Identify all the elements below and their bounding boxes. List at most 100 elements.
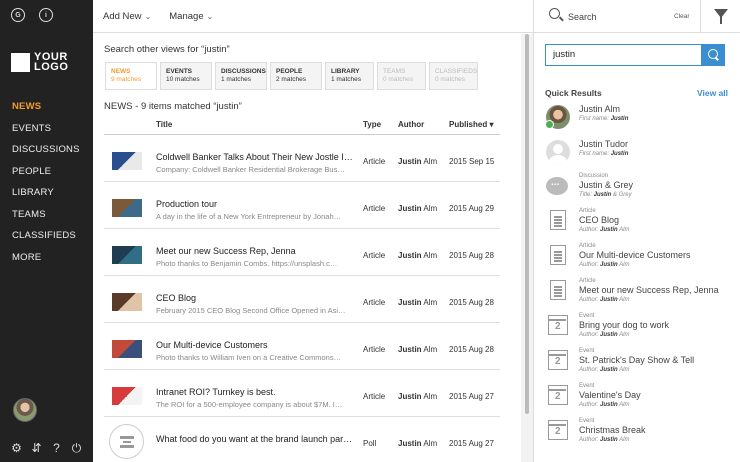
quick-result-name[interactable]: Our Multi-device Customers (579, 250, 691, 261)
sliders-icon[interactable]: ⇵ (31, 441, 42, 456)
document-icon (550, 210, 566, 230)
quick-result-text: Discussion Justin & Grey Title: Justin & G… (579, 172, 633, 200)
user-placeholder-icon (546, 140, 570, 164)
google-icon[interactable]: G (11, 8, 25, 22)
scrollbar-thumb[interactable] (525, 34, 529, 414)
row-type: Article (363, 157, 386, 166)
sidebar-item-news[interactable]: NEWS (12, 100, 80, 122)
view-all-link[interactable]: View all (697, 88, 728, 98)
quick-result-name[interactable]: Christmas Break (579, 425, 646, 436)
column-type[interactable]: Type (363, 120, 381, 129)
column-title[interactable]: Title (156, 120, 172, 129)
quick-result-text: Event St. Patrick's Day Show & Tell Author… (579, 347, 694, 375)
quick-result-item[interactable]: Article Meet our new Success Rep, Jenna Au… (546, 277, 736, 312)
quick-result-name[interactable]: Justin Alm (579, 104, 628, 115)
meta-highlight: Justin (600, 437, 618, 443)
quick-result-name[interactable]: Bring your dog to work (579, 320, 669, 331)
row-title[interactable]: Intranet ROI? Turnkey is best. (156, 387, 353, 397)
quick-result-category: Event (579, 418, 595, 424)
sidebar: G i YOUR LOGO NEWS EVENTS DISCUSSIONS PEOPL… (0, 0, 93, 462)
meta-rest: Alm (619, 437, 630, 443)
filter-icon[interactable] (714, 9, 728, 24)
quick-result-item[interactable]: 2 Event Christmas Break Author: Justin Alm (546, 417, 736, 452)
quick-result-category: Event (579, 313, 595, 319)
row-title[interactable]: Production tour (156, 199, 353, 209)
chevron-down-icon: ⌄ (206, 11, 214, 21)
row-title[interactable]: Coldwell Banker Talks About Their New Jo… (156, 152, 353, 162)
calendar-icon: 2 (548, 350, 568, 370)
quick-result-name[interactable]: St. Patrick's Day Show & Tell (579, 355, 694, 366)
search-input[interactable]: justin (545, 44, 702, 66)
manage-label: Manage (169, 10, 204, 22)
quick-result-meta: Author: Justin Alm (579, 401, 641, 410)
power-icon[interactable]: ⏻ (71, 441, 82, 456)
tab-people[interactable]: PEOPLE 2 matches (270, 62, 322, 90)
add-new-menu[interactable]: Add New ⌄ (103, 11, 151, 22)
quick-result-item[interactable]: 2 Event Valentine's Day Author: Justin Alm (546, 382, 736, 417)
chat-icon (546, 177, 568, 195)
quick-result-name[interactable]: Meet our new Success Rep, Jenna (579, 285, 719, 296)
row-thumbnail (112, 387, 142, 405)
help-icon[interactable]: ? (51, 441, 62, 456)
row-title[interactable]: Our Multi-device Customers (156, 340, 353, 350)
quick-result-item[interactable]: Justin Tudor First name: Justin (546, 137, 736, 172)
search-panel-header: Search Clear (534, 0, 740, 33)
meta-rest: Alm (619, 262, 630, 268)
table-row[interactable]: Production tour A day in the life of a Ne… (104, 182, 500, 229)
gear-icon[interactable]: ⚙ (11, 441, 22, 456)
column-author[interactable]: Author (398, 120, 424, 129)
quick-result-item[interactable]: Justin Alm First name: Justin (545, 102, 736, 137)
row-type: Poll (363, 439, 377, 448)
sidebar-item-teams[interactable]: TEAMS (12, 208, 80, 230)
quick-result-name[interactable]: CEO Blog (579, 215, 630, 226)
tab-news[interactable]: NEWS 9 matches (105, 62, 157, 90)
calendar-day: 2 (555, 321, 561, 332)
quick-result-item[interactable]: 2 Event Bring your dog to work Author: Just… (546, 312, 736, 347)
row-title[interactable]: CEO Blog (156, 293, 353, 303)
tab-count: 10 matches (166, 76, 200, 83)
logo[interactable]: YOUR LOGO (11, 52, 68, 73)
table-row[interactable]: What food do you want at the brand launc… (104, 417, 500, 462)
row-type: Article (363, 298, 386, 307)
tab-library[interactable]: LIBRARY 1 matches (325, 62, 374, 90)
row-subtitle: Photo thanks to Benjamin Combs. https://… (156, 259, 338, 268)
table-row[interactable]: Coldwell Banker Talks About Their New Jo… (104, 135, 500, 182)
avatar[interactable] (13, 398, 37, 422)
clear-button[interactable]: Clear (674, 13, 690, 20)
quick-result-item[interactable]: Article Our Multi-device Customers Author:… (546, 242, 736, 277)
results-table: Title Type Author Published ▾ Coldwell B… (104, 116, 500, 462)
search-button[interactable] (702, 44, 725, 66)
quick-result-text: Article Our Multi-device Customers Author:… (579, 242, 691, 270)
column-published[interactable]: Published ▾ (449, 120, 493, 129)
sidebar-item-people[interactable]: PEOPLE (12, 165, 80, 187)
tab-events[interactable]: EVENTS 10 matches (160, 62, 212, 90)
quick-result-category: Event (579, 348, 595, 354)
quick-result-item[interactable]: DiscussionJustin & GreyTitle: Justin & G… (546, 172, 736, 207)
quick-result-item[interactable]: Article CEO Blog Author: Justin Alm (546, 207, 736, 242)
quick-result-name[interactable]: Justin & Grey (579, 180, 633, 191)
table-row[interactable]: Meet our new Success Rep, Jenna Photo tha… (104, 229, 500, 276)
sidebar-item-more[interactable]: MORE (12, 251, 80, 273)
row-date: 2015 Aug 27 (449, 439, 494, 448)
sidebar-item-discussions[interactable]: DISCUSSIONS (12, 143, 80, 165)
table-row[interactable]: CEO Blog February 2015 CEO Blog Second Of… (104, 276, 500, 323)
quick-result-text: Article Meet our new Success Rep, Jenna Au… (579, 277, 719, 305)
row-author: Justin Alm (398, 204, 437, 213)
row-date: 2015 Aug 28 (449, 251, 494, 260)
quick-result-category: Article (579, 208, 596, 214)
tab-discussions[interactable]: DISCUSSIONS 1 matches (215, 62, 267, 90)
table-row[interactable]: Our Multi-device Customers Photo thanks t… (104, 323, 500, 370)
table-row[interactable]: Intranet ROI? Turnkey is best. The ROI fo… (104, 370, 500, 417)
row-subtitle: Company: Coldwell Banker Residential Bro… (156, 165, 345, 174)
sidebar-item-classifieds[interactable]: CLASSIFIEDS (12, 229, 80, 251)
quick-result-item[interactable]: 2 Event St. Patrick's Day Show & Tell Autho… (546, 347, 736, 382)
info-icon[interactable]: i (39, 8, 53, 22)
sidebar-item-library[interactable]: LIBRARY (12, 186, 80, 208)
manage-menu[interactable]: Manage ⌄ (169, 11, 213, 22)
row-title[interactable]: Meet our new Success Rep, Jenna (156, 246, 353, 256)
row-title[interactable]: What food do you want at the brand launc… (156, 434, 353, 444)
meta-label: Author: (579, 437, 599, 443)
quick-result-name[interactable]: Valentine's Day (579, 390, 641, 401)
quick-result-name[interactable]: Justin Tudor (579, 139, 628, 150)
sidebar-item-events[interactable]: EVENTS (12, 122, 80, 144)
